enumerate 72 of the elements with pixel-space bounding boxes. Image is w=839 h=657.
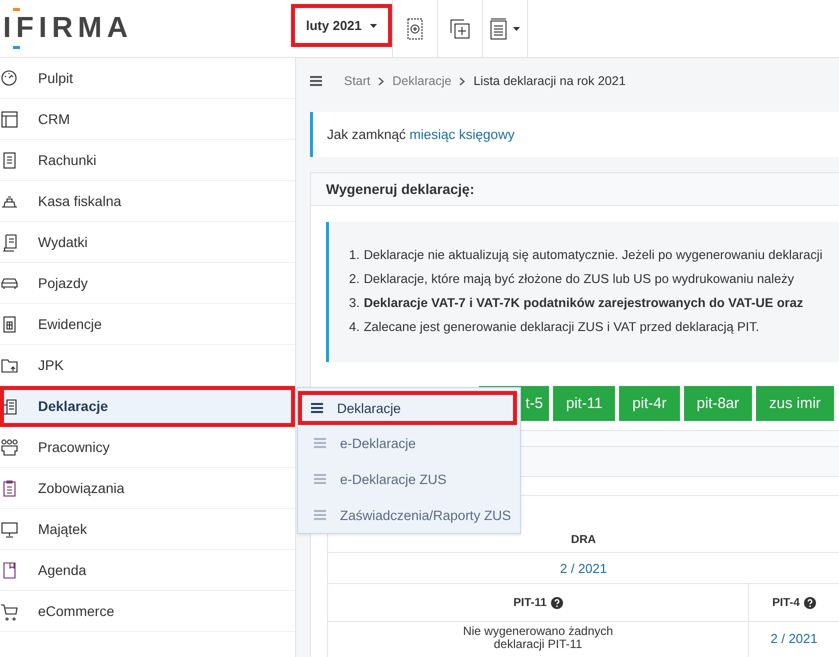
note-number: 3. — [349, 294, 360, 310]
note-text: Deklaracje VAT-7 i VAT-7K podatników zarejestrowanych do VAT-UE oraz — [364, 294, 804, 310]
menu-item-icon — [0, 68, 19, 88]
sidebar-item-label: Pojazdy — [38, 275, 88, 291]
menu-item-icon — [0, 520, 19, 538]
menu-icon[interactable] — [310, 76, 322, 86]
note-number: 2. — [349, 270, 360, 286]
list-icon — [311, 403, 323, 413]
caret-icon — [370, 24, 377, 28]
chevron-right-icon — [378, 76, 384, 86]
sidebar-item-label: CRM — [38, 111, 70, 127]
sidebar-item-label: Zobowiązania — [38, 480, 124, 496]
sidebar-item-label: JPK — [38, 357, 64, 373]
caret-icon[interactable] — [512, 26, 520, 30]
column-title: PIT-4 — [772, 596, 800, 608]
sidebar-item-label: Pulpit — [38, 70, 74, 86]
list-icon — [314, 474, 326, 484]
period-dropdown[interactable]: luty 2021 — [291, 4, 392, 47]
breadcrumb-link[interactable]: Start — [344, 74, 370, 88]
cell-text: Nie wygenerowano żadnych deklaracji PIT-11 — [462, 625, 614, 651]
period-link[interactable]: 2 / 2021 — [770, 632, 818, 645]
menu-item-icon — [0, 232, 19, 252]
notepad-icon[interactable] — [490, 18, 507, 40]
sidebar-item[interactable]: Zobowiązania — [0, 468, 295, 509]
menu-item-icon — [0, 602, 19, 620]
dropdown-item[interactable]: Deklaracje — [298, 391, 517, 425]
breadcrumb-current: Lista deklaracji na rok 2021 — [473, 74, 626, 88]
sidebar-item-label: Deklaracje — [38, 398, 108, 414]
sidebar-item-label: Rachunki — [38, 152, 96, 168]
sidebar-item-label: Wydatki — [38, 234, 88, 250]
sidebar-item[interactable]: Agenda — [0, 550, 295, 591]
note-text: Zalecane jest generowanie deklaracji ZUS i VAT przed deklaracją PIT. — [364, 318, 760, 334]
sidebar-item[interactable]: Pojazdy — [0, 263, 295, 304]
sidebar-item-label: Agenda — [38, 562, 86, 578]
sidebar-item[interactable]: Pulpit — [0, 58, 295, 99]
note-number: 1. — [349, 246, 360, 262]
list-icon — [314, 438, 326, 448]
sidebar-item[interactable]: Rachunki — [0, 140, 295, 181]
sidebar-item[interactable]: Ewidencje — [0, 304, 295, 345]
table-title: DRA — [571, 534, 596, 546]
help-icon[interactable] — [550, 596, 563, 608]
info-text: Jak zamknąć — [327, 127, 407, 142]
menu-item-icon — [0, 110, 19, 128]
sidebar-item-label: eCommerce — [38, 603, 114, 619]
sidebar-item-label: Ewidencje — [38, 316, 102, 332]
stamp-plus-icon[interactable] — [406, 18, 423, 40]
dropdown-item[interactable]: e-Deklaracje — [298, 425, 520, 461]
sidebar-item[interactable]: Majątek — [0, 509, 295, 550]
info-link[interactable]: miesiąc księgowy — [410, 127, 515, 142]
list-icon — [314, 510, 326, 520]
period-link[interactable]: 2 / 2021 — [328, 553, 839, 583]
card-title: Wygeneruj deklarację: — [311, 173, 839, 206]
sidebar-item-label: Kasa fiskalna — [38, 193, 122, 209]
note-text: Deklaracje nie aktualizują się automatycznie. Jeżeli po wygenerowaniu deklaracji — [364, 246, 822, 262]
menu-item-icon — [0, 438, 19, 456]
copy-plus-icon[interactable] — [450, 18, 470, 38]
sidebar-item[interactable]: Kasa fiskalna — [0, 181, 295, 222]
dropdown-item[interactable]: e-Deklaracje ZUS — [298, 461, 520, 497]
chevron-right-icon — [459, 76, 466, 86]
sidebar-item[interactable]: Deklaracje — [0, 386, 295, 427]
dropdown-item[interactable]: Zaświadczenia/Raporty ZUS — [298, 497, 520, 533]
sidebar-item[interactable]: eCommerce — [0, 591, 295, 632]
note-number: 4. — [349, 318, 360, 334]
sidebar-item[interactable]: Wydatki — [0, 222, 295, 263]
breadcrumb-link[interactable]: Deklaracje — [392, 74, 452, 88]
sidebar-item-label: Pracownicy — [38, 439, 110, 455]
sidebar-item[interactable]: CRM — [0, 99, 295, 140]
sidebar-item[interactable]: Pracownicy — [0, 427, 295, 468]
sidebar-item-label: Majątek — [38, 521, 88, 537]
help-icon[interactable] — [804, 596, 816, 608]
note-text: Deklaracje, które mają być złożone do ZUS lub US po wydrukowaniu należy — [364, 270, 794, 286]
column-title: PIT-11 — [513, 596, 547, 608]
